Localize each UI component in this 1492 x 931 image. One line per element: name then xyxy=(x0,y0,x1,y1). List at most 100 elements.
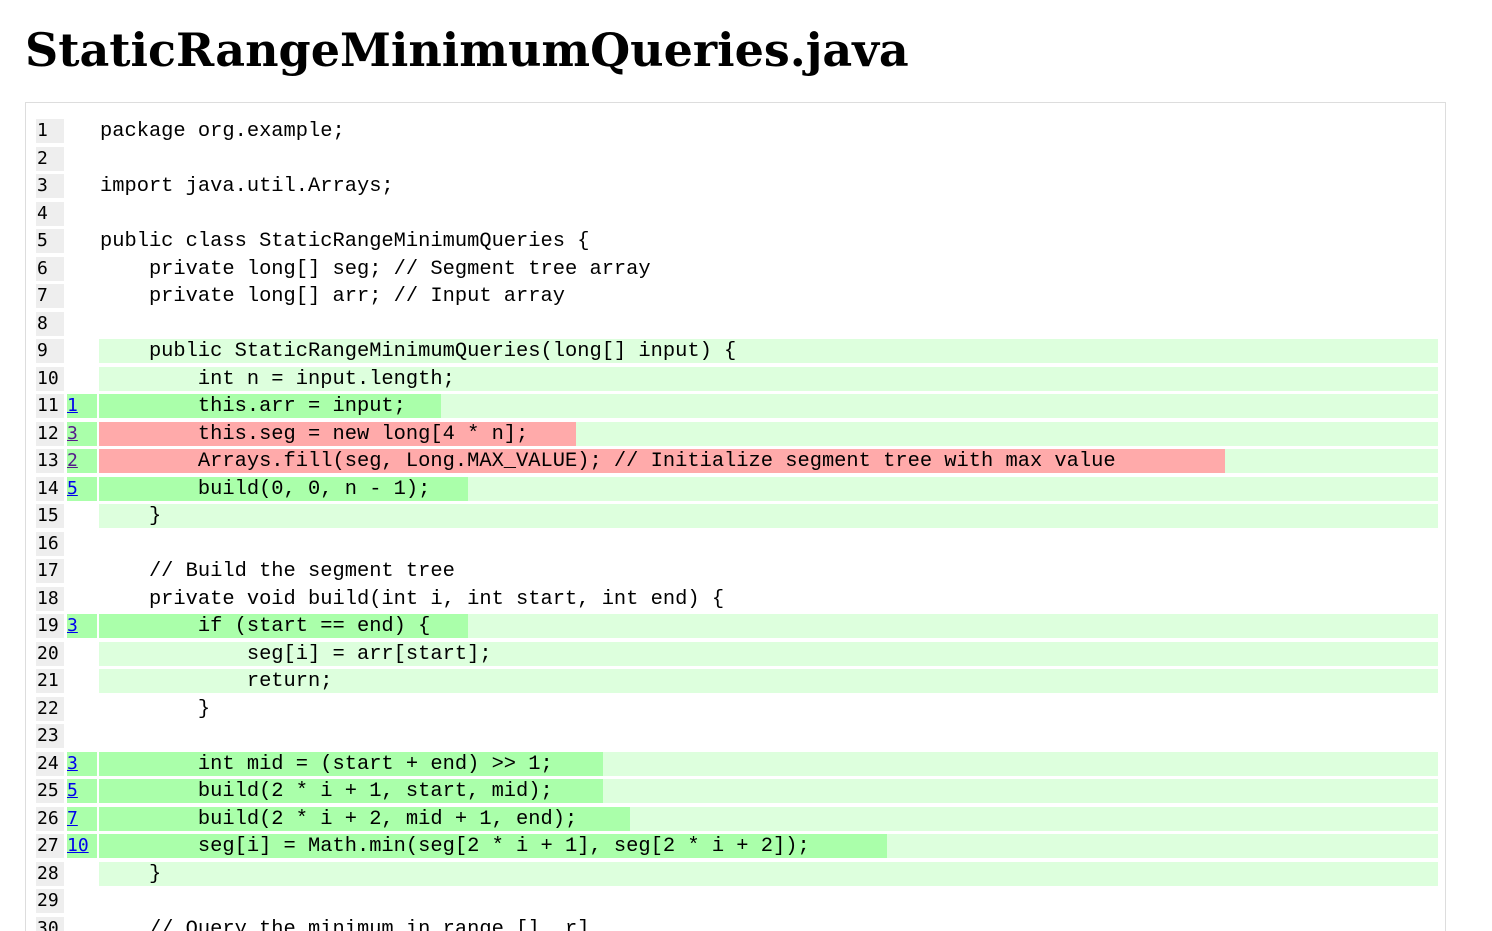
code-text: } xyxy=(100,862,162,886)
line-number: 13 xyxy=(36,449,64,473)
line-number: 19 xyxy=(36,614,64,638)
code-text: build(0, 0, n - 1); xyxy=(100,477,431,501)
code-text: seg[i] = Math.min(seg[2 * i + 1], seg[2 … xyxy=(100,835,810,858)
code-line: 18 private void build(int i, int start, … xyxy=(26,586,1445,614)
mutant-count-cell xyxy=(67,587,97,611)
code-line: 29 xyxy=(26,888,1445,916)
code-text: Arrays.fill(seg, Long.MAX_VALUE); // Ini… xyxy=(100,450,1116,473)
mutant-count-cell xyxy=(67,532,97,556)
code-line: 8 xyxy=(26,311,1445,339)
code-line: 9 public StaticRangeMinimumQueries(long[… xyxy=(26,338,1445,366)
code-text: private long[] arr; // Input array xyxy=(100,285,565,308)
mutant-count-cell xyxy=(67,284,97,308)
mutant-count-cell: 5 xyxy=(67,779,97,803)
mutant-count-cell xyxy=(67,229,97,253)
line-number: 18 xyxy=(36,586,64,611)
code-text: this.arr = input; xyxy=(100,395,406,418)
mutant-count-cell xyxy=(67,202,97,226)
line-number: 21 xyxy=(36,669,64,693)
line-number: 3 xyxy=(36,174,64,198)
code-line: 20 seg[i] = arr[start]; xyxy=(26,641,1445,669)
coverage-highlight xyxy=(99,861,1438,886)
mutant-count-link[interactable]: 3 xyxy=(67,753,78,774)
code-line: 13 2 Arrays.fill(seg, Long.MAX_VALUE); //… xyxy=(26,448,1445,476)
code-line: 28 } xyxy=(26,861,1445,889)
line-number: 28 xyxy=(36,861,64,886)
code-line: 1 package org.example; xyxy=(26,118,1445,146)
mutant-count-link[interactable]: 10 xyxy=(67,835,89,856)
mutant-count-cell xyxy=(67,257,97,281)
line-number: 30 xyxy=(36,916,64,931)
coverage-highlight xyxy=(99,504,1438,528)
code-text: return; xyxy=(100,670,333,693)
mutant-count-link[interactable]: 3 xyxy=(67,423,78,444)
mutant-count-cell: 10 xyxy=(67,834,97,858)
mutant-count-cell xyxy=(67,669,97,693)
line-number: 4 xyxy=(36,201,64,226)
line-number: 8 xyxy=(36,311,64,336)
line-number: 22 xyxy=(36,696,64,721)
mutant-count-cell xyxy=(67,697,97,721)
mutant-count-cell xyxy=(67,119,97,143)
code-text: import java.util.Arrays; xyxy=(100,175,394,198)
mutant-count-link[interactable]: 5 xyxy=(67,780,78,801)
code-line: 3 import java.util.Arrays; xyxy=(26,173,1445,201)
line-number: 12 xyxy=(36,421,64,446)
code-text: build(2 * i + 1, start, mid); xyxy=(100,780,553,803)
code-text: public class StaticRangeMinimumQueries { xyxy=(100,230,590,253)
code-line: 27 10 seg[i] = Math.min(seg[2 * i + 1], s… xyxy=(26,833,1445,861)
mutant-count-cell xyxy=(67,889,97,913)
line-number: 16 xyxy=(36,531,64,556)
line-number: 5 xyxy=(36,229,64,253)
code-line: 14 5 build(0, 0, n - 1); xyxy=(26,476,1445,504)
mutant-count-link[interactable]: 3 xyxy=(67,615,78,636)
code-text: private void build(int i, int start, int… xyxy=(100,587,725,611)
mutant-count-cell: 5 xyxy=(67,476,97,501)
code-text: // Query the minimum in range [l, r] xyxy=(100,917,590,931)
line-number: 10 xyxy=(36,366,64,391)
line-number: 11 xyxy=(36,394,64,418)
code-line: 4 xyxy=(26,201,1445,229)
code-line: 6 private long[] seg; // Segment tree ar… xyxy=(26,256,1445,284)
mutant-count-cell xyxy=(67,917,97,931)
code-line: 10 int n = input.length; xyxy=(26,366,1445,394)
code-line: 11 1 this.arr = input; xyxy=(26,393,1445,421)
line-number: 6 xyxy=(36,256,64,281)
code-text: } xyxy=(100,505,162,528)
mutant-count-cell: 3 xyxy=(67,421,97,446)
code-text: if (start == end) { xyxy=(100,615,431,638)
code-text: this.seg = new long[4 * n]; xyxy=(100,422,529,446)
line-number: 17 xyxy=(36,559,64,583)
line-number: 24 xyxy=(36,751,64,776)
code-line: 23 xyxy=(26,723,1445,751)
code-text: build(2 * i + 2, mid + 1, end); xyxy=(100,807,578,831)
mutant-count-cell xyxy=(67,724,97,748)
line-number: 25 xyxy=(36,779,64,803)
code-line: 19 3 if (start == end) { xyxy=(26,613,1445,641)
code-line: 15 } xyxy=(26,503,1445,531)
code-line: 12 3 this.seg = new long[4 * n]; xyxy=(26,421,1445,449)
line-number: 15 xyxy=(36,504,64,528)
mutant-count-cell xyxy=(67,312,97,336)
mutant-count-cell: 1 xyxy=(67,394,97,418)
line-number: 9 xyxy=(36,339,64,363)
mutant-count-link[interactable]: 7 xyxy=(67,808,78,829)
line-number: 2 xyxy=(36,146,64,171)
code-text: public StaticRangeMinimumQueries(long[] … xyxy=(100,340,737,363)
mutant-count-cell xyxy=(67,559,97,583)
line-number: 7 xyxy=(36,284,64,308)
mutant-count-cell xyxy=(67,862,97,886)
code-line: 16 xyxy=(26,531,1445,559)
code-text: int mid = (start + end) >> 1; xyxy=(100,752,553,776)
mutant-count-cell xyxy=(67,504,97,528)
code-text: } xyxy=(100,697,211,721)
mutant-count-cell: 2 xyxy=(67,449,97,473)
mutant-count-cell xyxy=(67,174,97,198)
mutant-count-cell: 3 xyxy=(67,751,97,776)
mutant-count-link[interactable]: 2 xyxy=(67,450,78,471)
source-code-listing: 1 package org.example; 2 3 import java.util.… xyxy=(25,102,1446,931)
code-line: 17 // Build the segment tree xyxy=(26,558,1445,586)
mutant-count-link[interactable]: 1 xyxy=(67,395,78,416)
code-text: package org.example; xyxy=(100,120,345,143)
mutant-count-link[interactable]: 5 xyxy=(67,478,78,499)
